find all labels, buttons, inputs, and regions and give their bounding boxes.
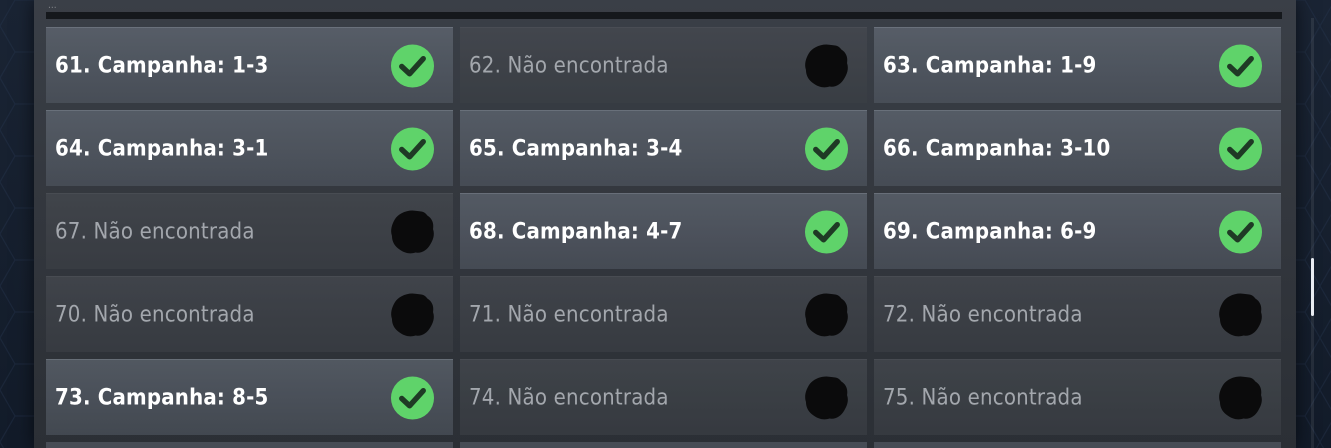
collectible-label: 73. Campanha: 8-5: [55, 385, 269, 410]
next-cell-stub: [46, 442, 453, 448]
collectible-label: 65. Campanha: 3-4: [469, 136, 683, 161]
collectible-label: 71. Não encontrada: [469, 302, 669, 327]
collectible-cell[interactable]: 69. Campanha: 6-9: [874, 193, 1281, 269]
collectible-label: 64. Campanha: 3-1: [55, 136, 269, 161]
next-cell-stub: [460, 442, 867, 448]
collectible-cell[interactable]: 62. Não encontrada: [460, 27, 867, 103]
collectible-cell[interactable]: 71. Não encontrada: [460, 276, 867, 352]
collectible-cell[interactable]: 73. Campanha: 8-5: [46, 359, 453, 435]
next-cell-stub: [874, 442, 1281, 448]
collectible-label: 62. Não encontrada: [469, 53, 669, 78]
undiscovered-blot-icon: [804, 43, 849, 88]
collectible-cell[interactable]: 74. Não encontrada: [460, 359, 867, 435]
scrollbar-thumb[interactable]: [1311, 258, 1314, 316]
collectible-cell[interactable]: 65. Campanha: 3-4: [460, 110, 867, 186]
collectible-label: 68. Campanha: 4-7: [469, 219, 683, 244]
collectible-label: 74. Não encontrada: [469, 385, 669, 410]
header-divider: [46, 12, 1282, 19]
collectible-cell[interactable]: 68. Campanha: 4-7: [460, 193, 867, 269]
collectible-cell[interactable]: 72. Não encontrada: [874, 276, 1281, 352]
check-circle-icon: [1218, 43, 1263, 88]
collectible-cell[interactable]: 75. Não encontrada: [874, 359, 1281, 435]
check-circle-icon: [1218, 126, 1263, 171]
check-circle-icon: [804, 209, 849, 254]
check-circle-icon: [390, 43, 435, 88]
collectible-cell[interactable]: 67. Não encontrada: [46, 193, 453, 269]
collectible-label: 67. Não encontrada: [55, 219, 255, 244]
check-circle-icon: [804, 126, 849, 171]
collectible-label: 75. Não encontrada: [883, 385, 1083, 410]
next-row-stub: [46, 442, 1282, 448]
collectible-cell[interactable]: 66. Campanha: 3-10: [874, 110, 1281, 186]
collectible-label: 69. Campanha: 6-9: [883, 219, 1097, 244]
undiscovered-blot-icon: [390, 292, 435, 337]
previous-row-stub: ...: [48, 0, 57, 11]
collectible-label: 66. Campanha: 3-10: [883, 136, 1111, 161]
collectible-cell[interactable]: 64. Campanha: 3-1: [46, 110, 453, 186]
collectible-label: 61. Campanha: 1-3: [55, 53, 269, 78]
undiscovered-blot-icon: [804, 375, 849, 420]
collectible-cell[interactable]: 70. Não encontrada: [46, 276, 453, 352]
undiscovered-blot-icon: [804, 292, 849, 337]
check-circle-icon: [390, 375, 435, 420]
check-circle-icon: [390, 126, 435, 171]
collectible-label: 72. Não encontrada: [883, 302, 1083, 327]
scrollbar-track[interactable]: [1311, 18, 1314, 448]
collectible-grid: 61. Campanha: 1-3 62. Não encontrada 63. C…: [46, 27, 1282, 435]
collectible-cell[interactable]: 61. Campanha: 1-3: [46, 27, 453, 103]
collectible-cell[interactable]: 63. Campanha: 1-9: [874, 27, 1281, 103]
undiscovered-blot-icon: [1218, 292, 1263, 337]
collectible-label: 70. Não encontrada: [55, 302, 255, 327]
check-circle-icon: [1218, 209, 1263, 254]
undiscovered-blot-icon: [390, 209, 435, 254]
collectible-label: 63. Campanha: 1-9: [883, 53, 1097, 78]
undiscovered-blot-icon: [1218, 375, 1263, 420]
collectibles-screen: ... 61. Campanha: 1-3 62. Não encontrada 6…: [0, 0, 1331, 448]
